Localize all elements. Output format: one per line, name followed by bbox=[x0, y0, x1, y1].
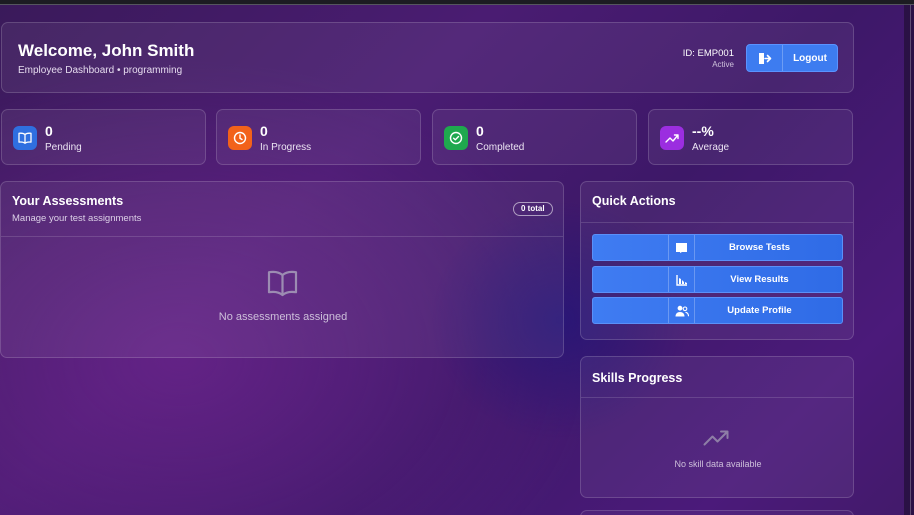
scrollbar[interactable] bbox=[904, 5, 914, 515]
skills-title: Skills Progress bbox=[592, 371, 683, 385]
stat-card-pending: 0 Pending bbox=[1, 109, 206, 165]
view-results-button[interactable]: View Results bbox=[592, 266, 843, 293]
quick-actions-title: Quick Actions bbox=[592, 194, 676, 208]
logout-button[interactable]: Logout bbox=[746, 44, 838, 72]
divider bbox=[581, 397, 853, 398]
stat-label: Completed bbox=[476, 142, 525, 153]
stat-value: 0 bbox=[476, 123, 484, 139]
assessments-subtitle: Manage your test assignments bbox=[12, 213, 142, 224]
stat-value: 0 bbox=[45, 123, 53, 139]
stat-value: --% bbox=[692, 123, 714, 139]
empty-assessments-text: No assessments assigned bbox=[218, 311, 348, 323]
trending-up-icon bbox=[660, 126, 684, 150]
empty-skills-text: No skill data available bbox=[674, 459, 762, 469]
stat-label: In Progress bbox=[260, 142, 312, 153]
check-circle-icon bbox=[444, 126, 468, 150]
logout-icon bbox=[747, 45, 783, 71]
book-icon bbox=[13, 126, 37, 150]
employee-id: ID: EMP001 bbox=[682, 48, 734, 59]
welcome-title: Welcome, John Smith bbox=[18, 41, 195, 60]
welcome-header: Welcome, John Smith Employee Dashboard •… bbox=[1, 22, 854, 93]
total-badge: 0 total bbox=[513, 202, 553, 216]
stat-label: Average bbox=[692, 142, 730, 153]
button-label: Browse Tests bbox=[728, 242, 791, 253]
trending-up-icon bbox=[703, 429, 730, 452]
clock-icon bbox=[228, 126, 252, 150]
dashboard-subtitle: Employee Dashboard • programming bbox=[18, 65, 183, 76]
stat-value: 0 bbox=[260, 123, 268, 139]
skills-progress-panel: Skills Progress No skill data available bbox=[580, 356, 854, 498]
chart-icon bbox=[668, 267, 695, 292]
book-icon bbox=[668, 235, 695, 260]
users-icon bbox=[668, 298, 695, 323]
logout-label: Logout bbox=[793, 52, 827, 64]
browse-tests-button[interactable]: Browse Tests bbox=[592, 234, 843, 261]
stat-card-completed: 0 Completed bbox=[432, 109, 637, 165]
assessments-panel: Your Assessments Manage your test assign… bbox=[0, 181, 564, 358]
button-label: Update Profile bbox=[727, 305, 792, 316]
stat-card-in-progress: 0 In Progress bbox=[216, 109, 421, 165]
employee-status: Active bbox=[712, 60, 734, 69]
assessments-title: Your Assessments bbox=[12, 194, 124, 208]
window-top-bar bbox=[0, 0, 914, 5]
divider bbox=[1, 236, 563, 237]
update-profile-button[interactable]: Update Profile bbox=[592, 297, 843, 324]
next-card-edge bbox=[580, 510, 854, 515]
divider bbox=[581, 222, 853, 223]
stat-label: Pending bbox=[45, 142, 82, 153]
button-label: View Results bbox=[730, 274, 789, 285]
book-icon bbox=[267, 269, 298, 304]
quick-actions-panel: Quick Actions Browse Tests View Results … bbox=[580, 181, 854, 340]
stat-card-average: --% Average bbox=[648, 109, 853, 165]
